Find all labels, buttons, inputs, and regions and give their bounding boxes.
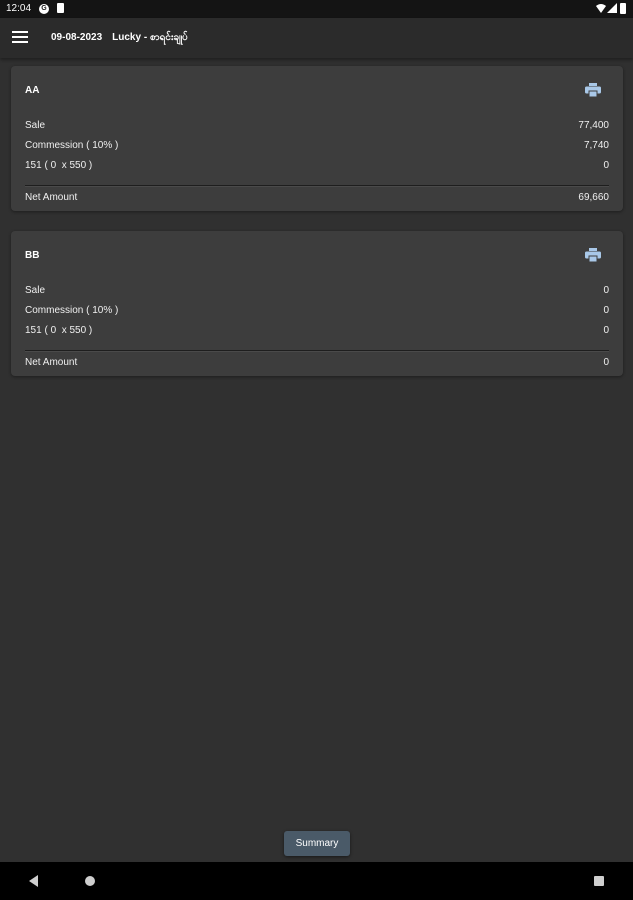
card-title: BB <box>25 250 40 261</box>
sd-card-icon <box>57 3 64 13</box>
divider <box>25 350 609 352</box>
commission-label: Commession ( 10% ) <box>25 140 119 151</box>
net-amount-value: 0 <box>603 357 609 368</box>
recents-icon[interactable] <box>594 876 604 886</box>
navigation-bar <box>0 862 633 900</box>
status-bar: 12:04 G <box>0 0 633 18</box>
sale-value: 0 <box>603 285 609 296</box>
print-icon[interactable] <box>585 83 601 97</box>
page-title: 09-08-2023 Lucky - စာရင်းချုပ် <box>51 30 188 45</box>
battery-icon <box>620 3 626 14</box>
commission-value: 7,740 <box>583 140 609 151</box>
sale-value: 77,400 <box>578 120 609 131</box>
wifi-icon <box>596 4 606 13</box>
app-bar: 09-08-2023 Lucky - စာရင်းချုပ် <box>0 18 633 58</box>
commission-label: Commession ( 10% ) <box>25 305 119 316</box>
agent-card-aa: AA Sale 77,400 Commession ( 10% ) 7,740 … <box>11 66 623 211</box>
special-value: 0 <box>603 160 609 171</box>
agent-card-bb: BB Sale 0 Commession ( 10% ) 0 151 ( 0 x… <box>11 231 623 376</box>
net-amount-value: 69,660 <box>578 192 609 203</box>
back-icon[interactable] <box>29 875 39 887</box>
divider <box>25 185 609 187</box>
summary-button[interactable]: Summary <box>284 831 350 856</box>
report-title: Lucky - စာရင်းချုပ် <box>112 32 188 43</box>
home-icon[interactable] <box>85 876 95 886</box>
special-value: 0 <box>603 325 609 336</box>
sale-label: Sale <box>25 285 46 296</box>
sale-label: Sale <box>25 120 46 131</box>
status-time: 12:04 <box>6 3 32 14</box>
print-icon[interactable] <box>585 248 601 262</box>
net-amount-label: Net Amount <box>25 192 78 203</box>
special-label: 151 ( 0 x 550 ) <box>25 325 93 336</box>
net-amount-label: Net Amount <box>25 357 78 368</box>
special-label: 151 ( 0 x 550 ) <box>25 160 93 171</box>
card-title: AA <box>25 85 40 96</box>
commission-value: 0 <box>603 305 609 316</box>
report-date: 09-08-2023 <box>51 32 103 43</box>
google-icon: G <box>39 4 49 14</box>
signal-icon <box>607 3 617 13</box>
menu-icon[interactable] <box>12 31 28 45</box>
